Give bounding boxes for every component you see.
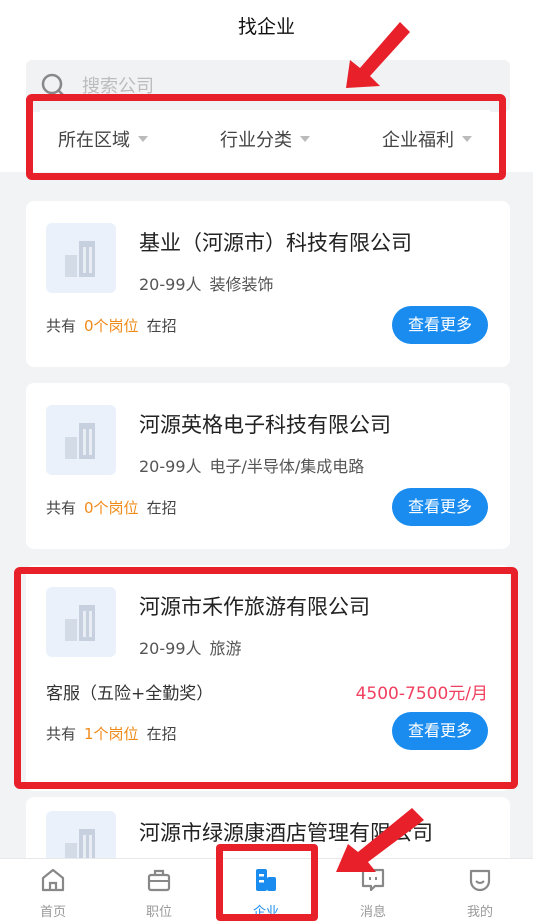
pos-suffix: 在招 <box>146 317 177 335</box>
company-name[interactable]: 河源市绿源康酒店管理有限公司 <box>139 817 433 847</box>
tab-messages-label: 消息 <box>359 905 386 920</box>
company-logo <box>46 405 116 475</box>
company-industry: 装修装饰 <box>209 275 274 294</box>
top-panel: 找企业 所在区域 行业分类 企业福利 <box>0 0 533 172</box>
caret-down-icon <box>462 136 472 142</box>
company-card[interactable]: 基业（河源市）科技有限公司 20-99人 装修装饰 共有 0个岗位 在招 查看更多 <box>26 201 510 367</box>
filter-benefits-label: 企业福利 <box>382 130 454 151</box>
pos-prefix: 共有 <box>46 725 77 743</box>
company-logo <box>46 223 116 293</box>
position-count-line: 共有 0个岗位 在招 <box>46 315 177 336</box>
tab-companies[interactable]: 企业 <box>213 859 319 921</box>
tab-profile[interactable]: 我的 <box>427 859 533 921</box>
building-icon <box>65 423 95 459</box>
home-icon <box>41 868 65 892</box>
pos-prefix: 共有 <box>46 317 77 335</box>
building-icon <box>65 241 95 277</box>
page-title: 找企业 <box>237 16 295 38</box>
tab-messages[interactable]: 消息 <box>320 859 426 921</box>
filter-industry-label: 行业分类 <box>220 130 292 151</box>
tab-home[interactable]: 首页 <box>0 859 106 921</box>
tab-profile-label: 我的 <box>466 905 493 920</box>
view-more-button[interactable]: 查看更多 <box>392 712 488 750</box>
position-count-line: 共有 0个岗位 在招 <box>46 497 177 518</box>
filter-industry[interactable]: 行业分类 <box>220 126 310 152</box>
tab-companies-label: 企业 <box>252 905 279 920</box>
filter-region[interactable]: 所在区域 <box>58 126 148 152</box>
company-industry: 旅游 <box>209 639 242 658</box>
message-icon <box>361 868 385 892</box>
caret-down-icon <box>138 136 148 142</box>
tab-jobs-label: 职位 <box>145 905 172 920</box>
building-icon <box>65 605 95 641</box>
position-count: 1个岗位 <box>84 725 139 743</box>
company-meta: 20-99人 电子/半导体/集成电路 <box>139 453 364 477</box>
filter-bar: 所在区域 行业分类 企业福利 <box>40 110 490 168</box>
search-icon <box>41 73 67 99</box>
pos-prefix: 共有 <box>46 499 77 517</box>
job-salary: 4500-7500元/月 <box>355 684 488 704</box>
company-size: 20-99人 <box>139 639 202 658</box>
briefcase-icon <box>147 869 171 892</box>
view-more-button[interactable]: 查看更多 <box>392 306 488 344</box>
filter-region-label: 所在区域 <box>58 130 130 151</box>
tab-home-label: 首页 <box>39 905 66 920</box>
caret-down-icon <box>300 136 310 142</box>
company-meta: 20-99人 旅游 <box>139 635 242 659</box>
company-industry: 电子/半导体/集成电路 <box>209 457 365 476</box>
company-card[interactable]: 河源市禾作旅游有限公司 20-99人 旅游 客服（五险+全勤奖） 4500-750… <box>26 565 510 791</box>
position-count: 0个岗位 <box>84 499 139 517</box>
company-meta: 20-99人 装修装饰 <box>139 271 274 295</box>
search-bar[interactable] <box>26 60 510 112</box>
company-icon <box>256 869 276 891</box>
company-name[interactable]: 基业（河源市）科技有限公司 <box>139 227 412 257</box>
profile-icon <box>469 869 491 892</box>
tab-jobs[interactable]: 职位 <box>106 859 212 921</box>
job-title[interactable]: 客服（五险+全勤奖） <box>46 679 213 704</box>
filter-benefits[interactable]: 企业福利 <box>382 126 472 152</box>
bottom-tab-bar: 首页 职位 企业 消息 我的 <box>0 858 533 921</box>
company-size: 20-99人 <box>139 275 202 294</box>
company-name[interactable]: 河源英格电子科技有限公司 <box>139 409 391 439</box>
pos-suffix: 在招 <box>146 499 177 517</box>
company-card[interactable]: 河源英格电子科技有限公司 20-99人 电子/半导体/集成电路 共有 0个岗位 在招 … <box>26 383 510 549</box>
position-count-line: 共有 1个岗位 在招 <box>46 723 177 744</box>
company-name[interactable]: 河源市禾作旅游有限公司 <box>139 591 370 621</box>
company-logo <box>46 587 116 657</box>
position-count: 0个岗位 <box>84 317 139 335</box>
search-input[interactable] <box>82 70 482 102</box>
company-size: 20-99人 <box>139 457 202 476</box>
pos-suffix: 在招 <box>146 725 177 743</box>
view-more-button[interactable]: 查看更多 <box>392 488 488 526</box>
